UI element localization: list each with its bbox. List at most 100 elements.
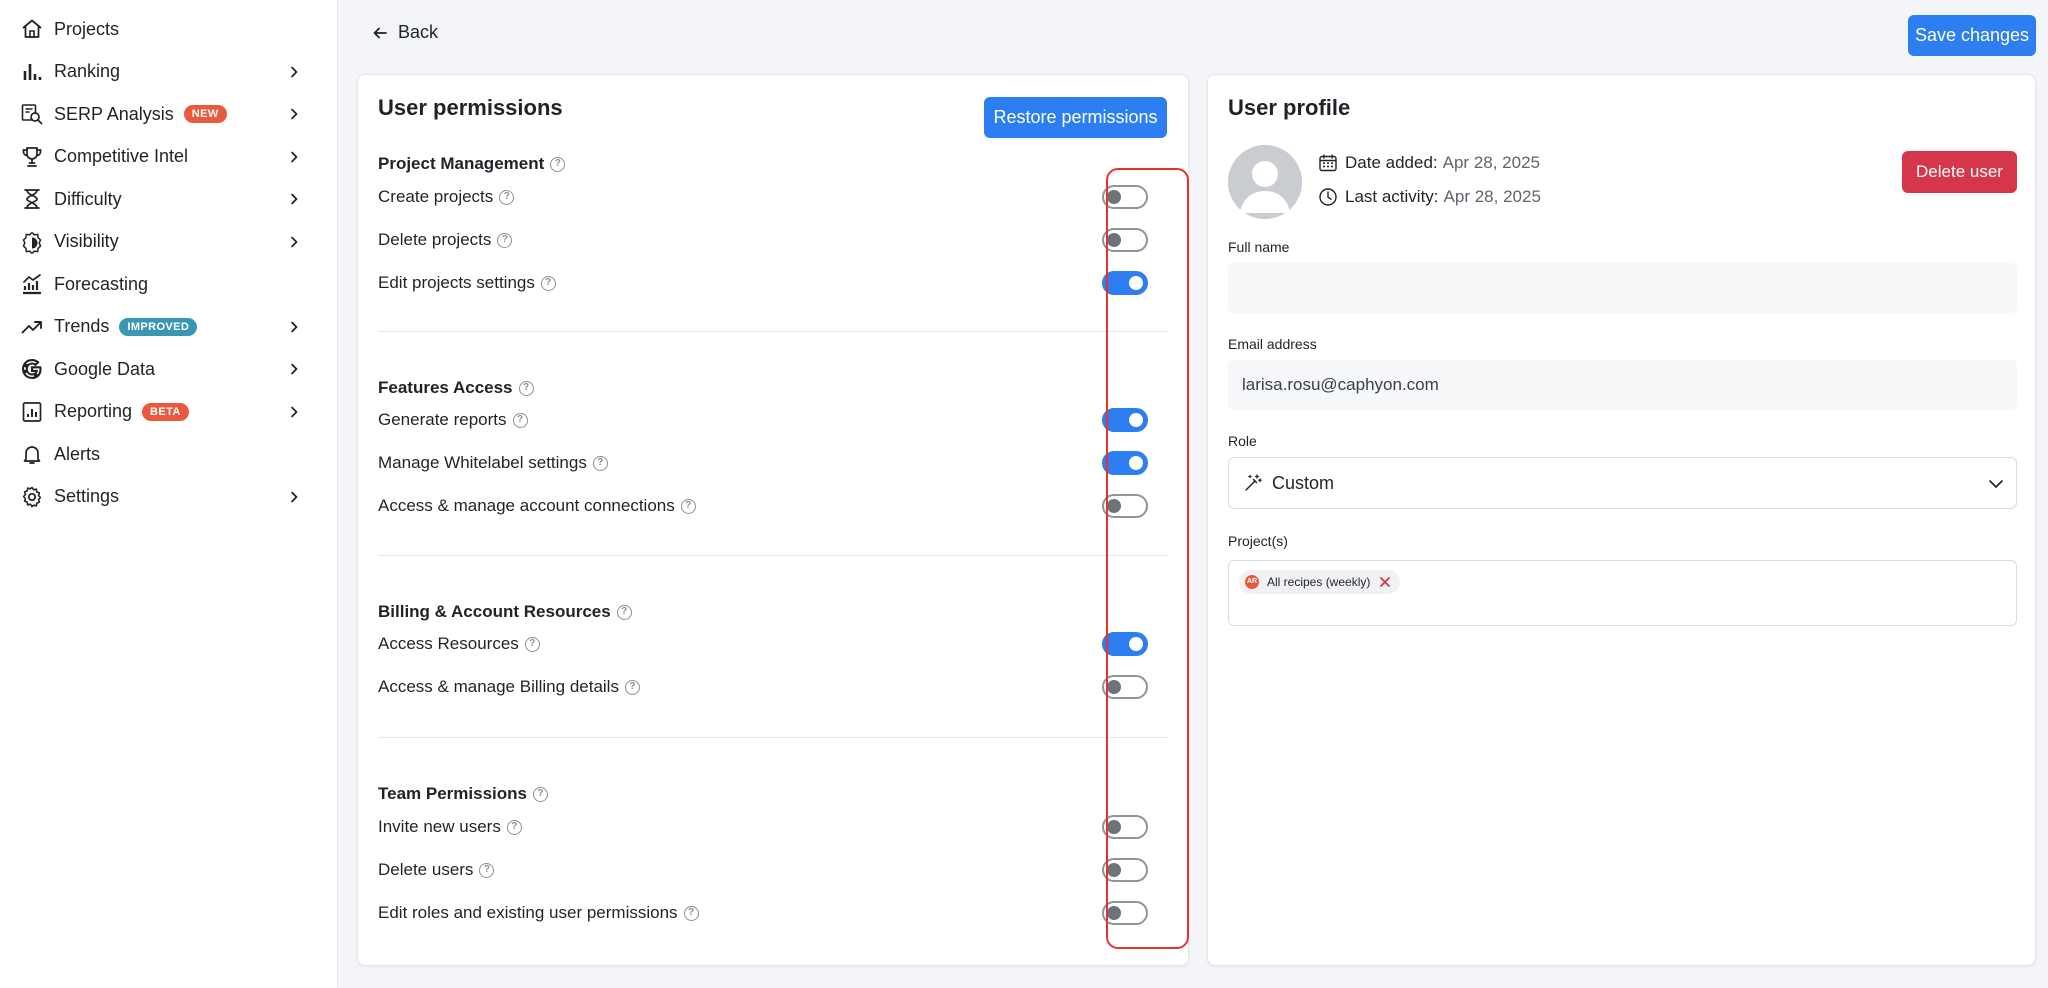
sidebar-item-label: Forecasting bbox=[54, 273, 149, 294]
permission-row-manage-whitelabel-settings: Manage Whitelabel settings? bbox=[378, 448, 1168, 478]
date-added-row: Date added: Apr 28, 2025 bbox=[1318, 153, 1540, 173]
last-activity-value: Apr 28, 2025 bbox=[1443, 187, 1541, 206]
sidebar-item-label: Trends bbox=[54, 316, 110, 337]
magic-wand-icon bbox=[1245, 474, 1262, 491]
project-chip: AR All recipes (weekly) bbox=[1239, 570, 1401, 594]
toggle-access-manage-account-connections[interactable] bbox=[1102, 494, 1148, 518]
toggle-edit-roles-and-existing-user-permissions[interactable] bbox=[1102, 901, 1148, 925]
sidebar-badge-beta: BETA bbox=[142, 402, 189, 421]
chevron-right-icon bbox=[291, 193, 298, 205]
help-icon[interactable]: ? bbox=[506, 819, 522, 835]
permission-row-access-manage-account-connections: Access & manage account connections? bbox=[378, 491, 1168, 521]
permission-label: Edit projects settings bbox=[378, 273, 535, 292]
section-divider bbox=[378, 555, 1168, 556]
help-icon[interactable]: ? bbox=[680, 498, 696, 514]
sidebar-item-google-data[interactable]: Google Data bbox=[0, 348, 337, 391]
gear-icon bbox=[20, 485, 44, 509]
help-icon[interactable]: ? bbox=[499, 189, 515, 205]
project-chip-label: All recipes (weekly) bbox=[1267, 575, 1371, 589]
full-name-field[interactable] bbox=[1228, 263, 2017, 313]
toggle-generate-reports[interactable] bbox=[1102, 408, 1148, 432]
chevron-right-icon bbox=[291, 321, 298, 333]
toggle-manage-whitelabel-settings[interactable] bbox=[1102, 451, 1148, 475]
remove-chip-icon[interactable] bbox=[1378, 575, 1392, 589]
permission-label: Access & manage Billing details bbox=[378, 677, 619, 696]
sidebar: Projects Ranking SERP Analysis NEW Competiti… bbox=[0, 0, 338, 988]
permission-label: Edit roles and existing user permissions bbox=[378, 903, 678, 922]
section-title-features-access: Features Access? bbox=[378, 378, 534, 398]
back-label: Back bbox=[398, 22, 439, 42]
chevron-right-icon bbox=[291, 108, 298, 120]
help-icon[interactable]: ? bbox=[616, 604, 632, 620]
sidebar-item-reporting[interactable]: Reporting BETA bbox=[0, 391, 337, 434]
delete-user-button[interactable]: Delete user bbox=[1902, 151, 2017, 193]
project-logo-icon: AR bbox=[1245, 575, 1259, 589]
sidebar-item-label: Google Data bbox=[54, 358, 156, 379]
sidebar-item-ranking[interactable]: Ranking bbox=[0, 51, 337, 94]
toggle-create-projects[interactable] bbox=[1102, 185, 1148, 209]
serp-search-icon bbox=[20, 102, 44, 126]
clock-icon bbox=[1319, 188, 1337, 206]
sidebar-item-alerts[interactable]: Alerts bbox=[0, 433, 337, 476]
sidebar-item-forecasting[interactable]: Forecasting bbox=[0, 263, 337, 306]
toggle-delete-projects[interactable] bbox=[1102, 228, 1148, 252]
section-title-text: Features Access bbox=[378, 378, 513, 397]
role-select[interactable]: Custom bbox=[1228, 457, 2017, 509]
help-icon[interactable]: ? bbox=[624, 679, 640, 695]
visibility-icon bbox=[20, 230, 44, 254]
sidebar-item-settings[interactable]: Settings bbox=[0, 476, 337, 519]
sidebar-item-label: Visibility bbox=[54, 231, 119, 252]
email-field[interactable] bbox=[1228, 360, 2017, 410]
help-icon[interactable]: ? bbox=[592, 455, 608, 471]
help-icon[interactable]: ? bbox=[512, 412, 528, 428]
toggle-edit-projects-settings[interactable] bbox=[1102, 271, 1148, 295]
sidebar-item-label: Competitive Intel bbox=[54, 146, 189, 167]
home-icon bbox=[20, 17, 44, 41]
profile-title: User profile bbox=[1228, 95, 1351, 120]
back-link[interactable]: Back bbox=[372, 22, 438, 43]
help-icon[interactable]: ? bbox=[518, 380, 534, 396]
help-icon[interactable]: ? bbox=[550, 156, 566, 172]
sidebar-badge-improved: IMPROVED bbox=[119, 317, 198, 336]
sidebar-item-label: Projects bbox=[54, 18, 120, 39]
sidebar-item-label: Settings bbox=[54, 486, 120, 507]
sidebar-item-visibility[interactable]: Visibility bbox=[0, 221, 337, 264]
role-value: Custom bbox=[1272, 472, 1335, 493]
section-title-project-management: Project Management? bbox=[378, 154, 566, 174]
sidebar-item-difficulty[interactable]: Difficulty bbox=[0, 178, 337, 221]
full-name-label: Full name bbox=[1228, 239, 1290, 255]
help-icon[interactable]: ? bbox=[479, 862, 495, 878]
sidebar-item-projects[interactable]: Projects bbox=[0, 8, 337, 51]
permission-row-access-resources: Access Resources? bbox=[378, 629, 1168, 659]
sidebar-item-label: Alerts bbox=[54, 443, 101, 464]
toggle-access-resources[interactable] bbox=[1102, 632, 1148, 656]
toggle-access-manage-billing-details[interactable] bbox=[1102, 675, 1148, 699]
save-changes-button[interactable]: Save changes bbox=[1908, 15, 2036, 56]
sidebar-item-trends[interactable]: Trends IMPROVED bbox=[0, 306, 337, 349]
chevron-right-icon bbox=[291, 151, 298, 163]
projects-multiselect[interactable]: AR All recipes (weekly) bbox=[1228, 560, 2017, 626]
sidebar-item-label: Reporting bbox=[54, 401, 133, 422]
permission-row-create-projects: Create projects? bbox=[378, 182, 1168, 212]
help-icon[interactable]: ? bbox=[683, 905, 699, 921]
projects-label: Project(s) bbox=[1228, 533, 1288, 549]
help-icon[interactable]: ? bbox=[524, 636, 540, 652]
sidebar-item-serp-analysis[interactable]: SERP Analysis NEW bbox=[0, 93, 337, 136]
sidebar-item-competitive-intel[interactable]: Competitive Intel bbox=[0, 136, 337, 179]
help-icon[interactable]: ? bbox=[540, 275, 556, 291]
section-title-text: Project Management bbox=[378, 154, 545, 173]
permission-label: Manage Whitelabel settings bbox=[378, 453, 587, 472]
restore-permissions-button[interactable]: Restore permissions bbox=[984, 97, 1167, 138]
permission-label: Access & manage account connections bbox=[378, 496, 675, 515]
chevron-right-icon bbox=[291, 491, 298, 503]
toggle-delete-users[interactable] bbox=[1102, 858, 1148, 882]
permission-row-access-manage-billing-details: Access & manage Billing details? bbox=[378, 672, 1168, 702]
permission-label: Create projects bbox=[378, 187, 494, 206]
permission-label: Generate reports bbox=[378, 410, 507, 429]
email-label: Email address bbox=[1228, 336, 1317, 352]
chevron-down-icon bbox=[1989, 480, 2003, 488]
permission-row-edit-projects-settings: Edit projects settings? bbox=[378, 268, 1168, 298]
help-icon[interactable]: ? bbox=[532, 786, 548, 802]
toggle-invite-new-users[interactable] bbox=[1102, 815, 1148, 839]
help-icon[interactable]: ? bbox=[497, 232, 513, 248]
